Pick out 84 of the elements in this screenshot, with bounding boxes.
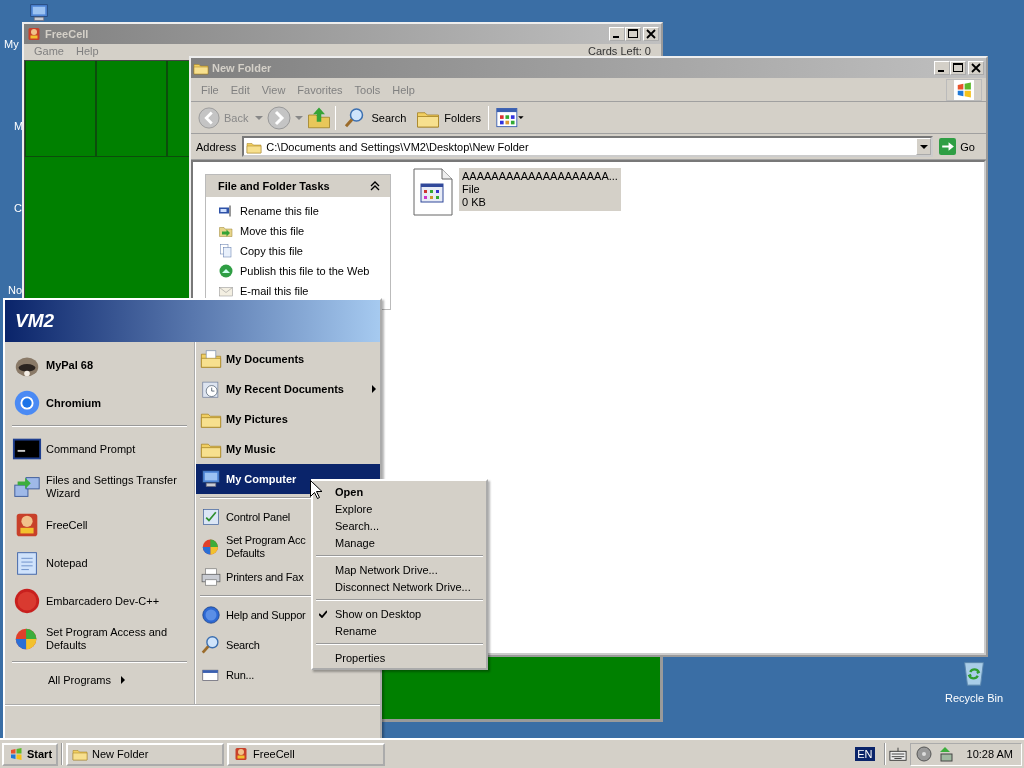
minimize-icon [613,36,619,38]
maximize-icon [628,29,638,39]
arrow-icon [372,385,376,393]
minimize-button[interactable] [609,27,625,41]
keyboard-icon[interactable] [888,746,907,762]
clock-icon [200,378,222,400]
desktop-icon-label[interactable]: My [4,38,19,50]
globe-icon [218,263,234,279]
user-name: VM2 [15,310,55,332]
task-link[interactable]: Move this file [240,225,305,237]
desktop-icon-label[interactable]: C [14,202,22,214]
task-link[interactable]: Publish this file to the Web [240,265,370,277]
taskbar-button[interactable]: FreeCell [227,742,386,766]
context-menu-item[interactable]: Rename [315,622,484,639]
help-icon [200,604,222,626]
folders-button[interactable]: Folders [413,103,484,132]
maximize-button[interactable] [625,27,641,41]
context-menu-item[interactable]: Disconnect Network Drive... [315,578,484,595]
context-menu-item[interactable]: Show on Desktop [315,605,484,622]
clock: 10:28 AM [966,748,1013,760]
task-panel-header[interactable]: File and Folder Tasks [206,175,390,197]
task-link[interactable]: E-mail this file [240,285,309,297]
caret-icon [919,144,928,149]
maximize-icon [953,63,963,73]
context-menu-item[interactable]: Map Network Drive... [315,561,484,578]
start-menu-item[interactable]: Command Prompt [8,430,191,468]
ring-icon [12,388,42,418]
close-icon [971,63,981,73]
taskbar-button[interactable]: New Folder [66,742,225,766]
cards-left-counter: Cards Left: 0 [588,45,652,57]
start-button[interactable]: Start [2,742,59,766]
disc-icon[interactable] [914,746,933,762]
view-grid-icon [496,107,524,128]
disc-icon [12,586,42,616]
desktop-icon-label[interactable]: M [14,120,24,132]
close-icon [646,29,656,39]
task-link[interactable]: Copy this file [240,245,303,257]
figure-icon [233,746,250,762]
start-menu-item[interactable]: My Pictures [196,404,380,434]
window-title: New Folder [212,62,273,74]
language-indicator[interactable]: EN [855,747,875,761]
context-menu-item[interactable]: Search... [315,517,484,534]
start-menu-item[interactable]: Files and Settings Transfer Wizard [8,468,191,506]
desktop-icon-label[interactable]: No [8,284,23,296]
start-menu-item[interactable]: FreeCell [8,506,191,544]
start-menu-item[interactable]: Embarcadero Dev-C++ [8,582,191,620]
folder-icon [200,348,222,370]
file-icon[interactable] [413,168,453,216]
copy-icon [218,243,234,259]
computer-icon [200,468,222,490]
start-menu-item[interactable]: Chromium [8,384,191,422]
context-menu-item[interactable]: Properties [315,649,484,666]
task-link[interactable]: Rename this file [240,205,319,217]
all-programs-button[interactable]: All Programs [8,666,191,690]
go-button[interactable]: Go [937,135,983,158]
figure-icon [26,26,42,42]
chevron-icon[interactable] [370,181,380,191]
context-menu-item[interactable]: Manage [315,534,484,551]
start-menu-item[interactable]: Notepad [8,544,191,582]
minimize-icon [938,70,944,72]
check-icon [319,609,327,618]
window-title: FreeCell [45,28,90,40]
start-menu-item[interactable]: My Documents [196,344,380,374]
close-button[interactable] [968,61,984,75]
start-menu-item[interactable]: Set Program Access and Defaults [8,620,191,658]
search-icon [200,634,222,656]
windows-flag-icon [8,746,24,762]
file-label[interactable]: AAAAAAAAAAAAAAAAAAAA... File 0 KB [459,168,621,211]
close-button[interactable] [643,27,659,41]
start-menu-item[interactable]: My Recent Documents [196,374,380,404]
search-button[interactable]: Search [340,103,410,132]
printer-icon [200,566,222,588]
windows-flag-icon [946,78,982,101]
start-menu-item[interactable]: My Music [196,434,380,464]
address-label: Address [195,140,238,153]
minimize-button[interactable] [934,61,950,75]
desktop-icon-label[interactable]: Recycle Bin [944,692,1004,704]
maximize-button[interactable] [950,61,966,75]
context-menu-item[interactable]: Explore [315,500,484,517]
control-panel-icon [200,506,222,528]
dropdown-button[interactable] [916,138,932,155]
rename-icon [218,203,234,219]
arrow-icon [120,676,125,684]
start-menu-item[interactable]: MyPal 68 [8,346,191,384]
